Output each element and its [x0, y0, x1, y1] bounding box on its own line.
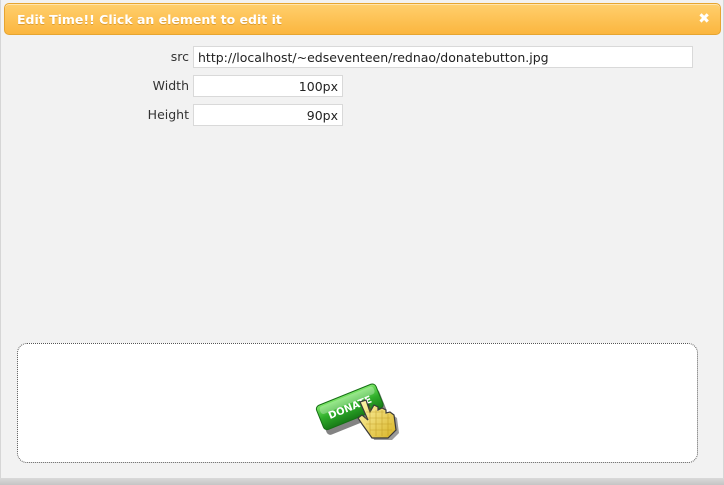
height-label-cell: Height — [1, 104, 189, 126]
width-label: Width — [152, 78, 189, 93]
element-preview-area[interactable]: DONATE — [17, 343, 698, 463]
width-input[interactable] — [193, 75, 343, 97]
dialog-title: Edit Time!! Click an element to edit it — [17, 12, 282, 27]
src-label: src — [170, 49, 189, 64]
close-icon[interactable]: ✖ — [698, 9, 710, 29]
width-label-cell: Width — [1, 75, 189, 97]
dialog-bottom-edge — [0, 478, 724, 485]
edit-dialog: Edit Time!! Click an element to edit it … — [0, 0, 724, 485]
donate-button-image[interactable]: DONATE — [314, 372, 406, 440]
height-label: Height — [147, 107, 189, 122]
dialog-titlebar[interactable]: Edit Time!! Click an element to edit it … — [4, 3, 721, 35]
height-input[interactable] — [193, 104, 343, 126]
src-label-cell: src — [1, 46, 189, 68]
src-input[interactable] — [193, 46, 693, 68]
